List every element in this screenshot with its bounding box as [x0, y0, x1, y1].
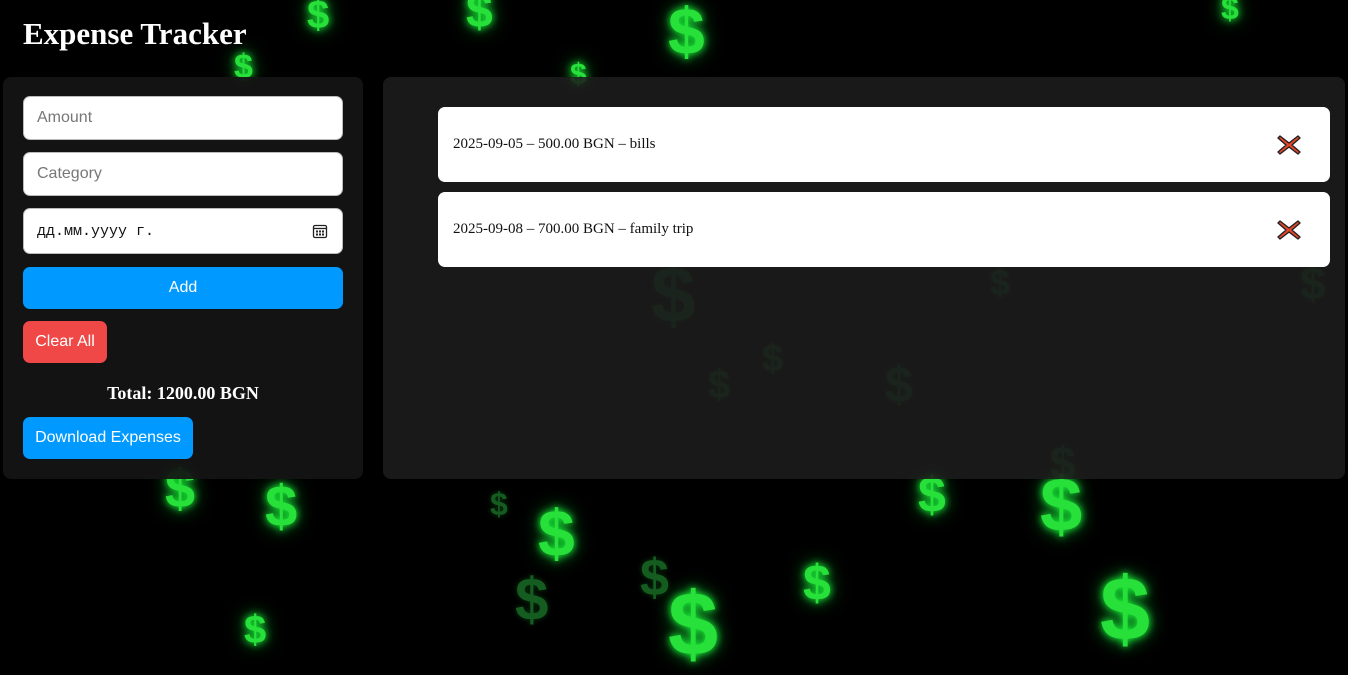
- dollar-sign-icon: $: [668, 0, 705, 68]
- clear-all-button[interactable]: Clear All: [23, 321, 107, 363]
- dollar-sign-icon: $: [466, 0, 493, 38]
- expense-form-panel: Amount Category дд.мм.уууу г. Add Clear …: [3, 77, 363, 479]
- dollar-sign-icon: $: [1100, 560, 1151, 660]
- expense-item-text: 2025-09-05 – 500.00 BGN – bills: [453, 136, 656, 152]
- calendar-icon[interactable]: [312, 223, 328, 239]
- delete-x-icon[interactable]: [1276, 218, 1302, 242]
- expense-list-panel: 2025-09-05 – 500.00 BGN – bills 2025-09-…: [383, 77, 1345, 479]
- category-input[interactable]: Category: [23, 152, 343, 196]
- app-title: Expense Tracker: [23, 16, 247, 51]
- dollar-sign-icon: $: [1040, 463, 1083, 548]
- delete-x-icon[interactable]: [1276, 133, 1302, 157]
- download-expenses-button[interactable]: Download Expenses: [23, 417, 193, 459]
- dollar-sign-icon: $: [307, 0, 330, 37]
- dollar-sign-icon: $: [640, 549, 669, 607]
- date-input[interactable]: дд.мм.уууу г.: [23, 208, 343, 254]
- dollar-sign-icon: $: [803, 555, 831, 611]
- dollar-sign-icon: $: [515, 566, 549, 633]
- dollar-sign-icon: $: [490, 486, 508, 522]
- dollar-sign-icon: $: [538, 496, 575, 570]
- expense-item: 2025-09-08 – 700.00 BGN – family trip: [438, 192, 1330, 267]
- expense-item-text: 2025-09-08 – 700.00 BGN – family trip: [453, 221, 694, 237]
- dollar-sign-icon: $: [1221, 0, 1239, 26]
- dollar-sign-icon: $: [668, 575, 719, 675]
- date-input-value: дд.мм.уууу г.: [37, 222, 155, 240]
- add-button[interactable]: Add: [23, 267, 343, 309]
- dollar-sign-icon: $: [265, 474, 298, 539]
- total-amount: Total: 1200.00 BGN: [107, 383, 259, 403]
- dollar-sign-icon: $: [244, 608, 267, 652]
- expense-item: 2025-09-05 – 500.00 BGN – bills: [438, 107, 1330, 182]
- amount-input[interactable]: Amount: [23, 96, 343, 140]
